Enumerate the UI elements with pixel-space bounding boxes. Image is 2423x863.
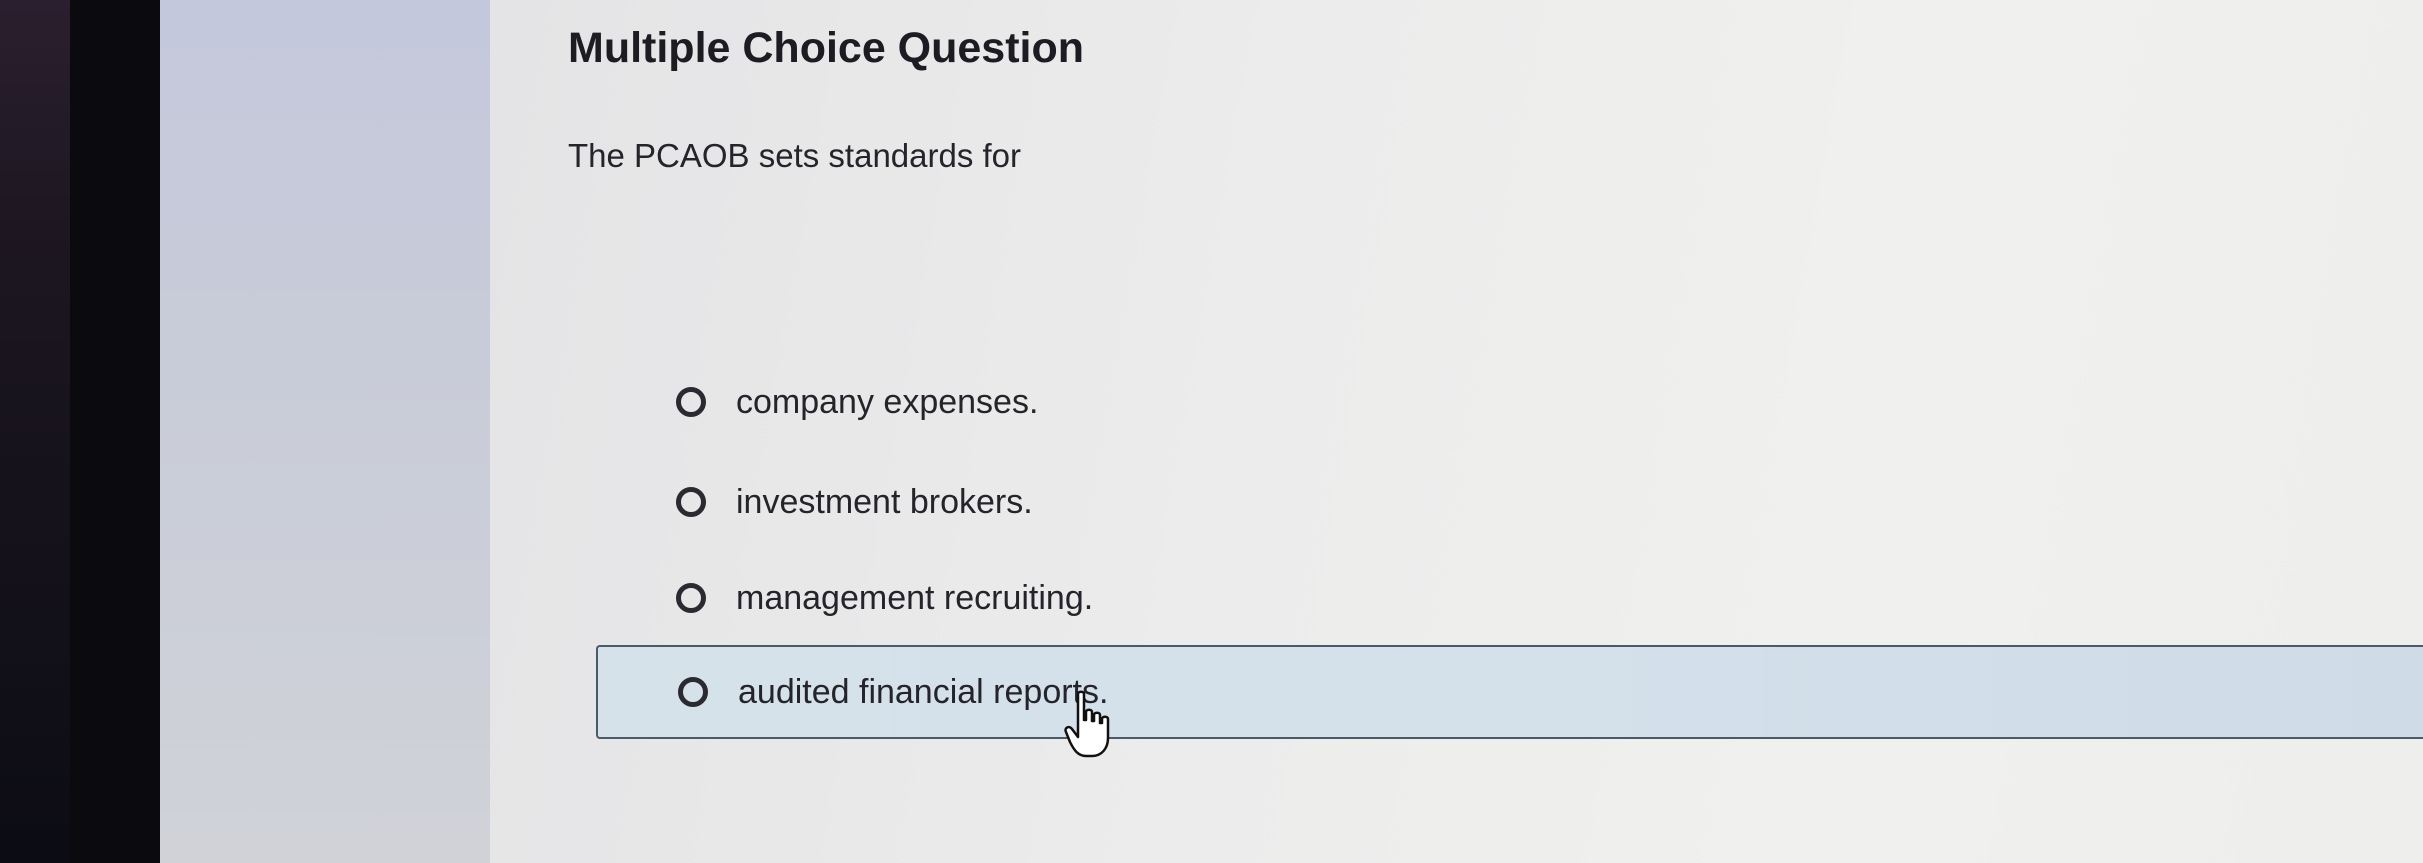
answer-option-investment-brokers[interactable]: investment brokers.: [596, 454, 1196, 550]
question-stem: The PCAOB sets standards for: [568, 137, 1022, 174]
radio-button-icon[interactable]: [678, 677, 708, 707]
answer-option-label: management recruiting.: [736, 578, 1094, 617]
answer-option-company-expenses[interactable]: company expenses.: [596, 354, 1196, 450]
answer-option-label: investment brokers.: [736, 482, 1033, 521]
radio-button-icon[interactable]: [676, 487, 706, 517]
answer-option-management-recruiting[interactable]: management recruiting.: [596, 550, 1296, 646]
question-title: Multiple Choice Question: [568, 24, 1085, 72]
answer-option-label: audited financial reports.: [738, 672, 1109, 711]
radio-button-icon[interactable]: [676, 387, 706, 417]
radio-button-icon[interactable]: [676, 583, 706, 613]
sidebar-panel: [160, 0, 490, 863]
hand-pointer-icon: [1064, 690, 1110, 758]
bezel-edge: [70, 0, 160, 863]
answer-option-audited-financial-reports[interactable]: audited financial reports.: [596, 645, 2423, 739]
answer-option-label: company expenses.: [736, 382, 1039, 421]
